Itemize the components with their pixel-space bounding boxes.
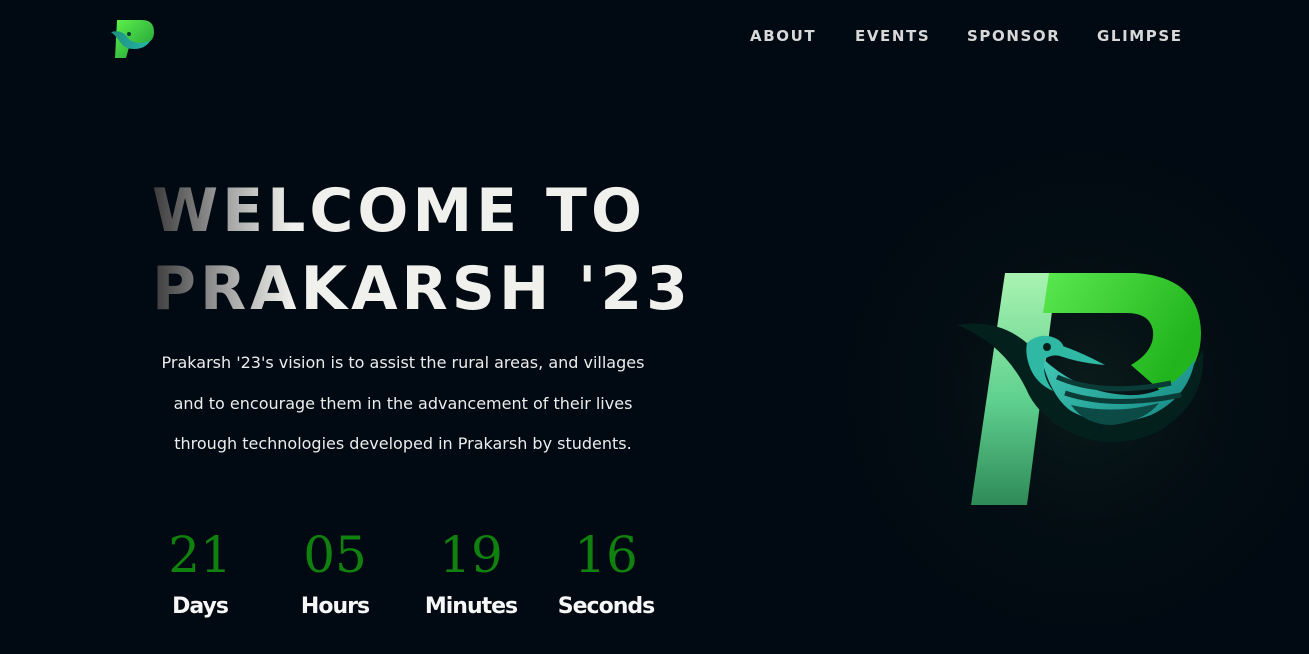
- hero-headline-line1: WELCOME TO: [152, 172, 692, 250]
- countdown-seconds-label: Seconds: [557, 594, 655, 619]
- home-logo-link[interactable]: [108, 16, 158, 62]
- countdown-seconds: 16 Seconds: [538, 520, 674, 654]
- countdown-days: 21 Days: [132, 520, 268, 654]
- countdown-minutes: 19 Minutes: [403, 520, 539, 654]
- prakarsh-phoenix-logo-icon: [957, 273, 1204, 505]
- countdown-minutes-value: 19: [439, 526, 503, 584]
- countdown-seconds-value: 16: [574, 526, 638, 584]
- hero-logo: [945, 225, 1215, 555]
- hero-description: Prakarsh '23's vision is to assist the r…: [161, 353, 645, 453]
- countdown-days-value: 21: [168, 526, 232, 584]
- event-countdown: 21 Days 05 Hours 19 Minutes 16 Seconds: [132, 520, 672, 654]
- landing-page: ABOUT EVENTS SPONSOR GLIMPSE WELCOME TO …: [0, 0, 1309, 654]
- countdown-hours-label: Hours: [300, 594, 370, 619]
- countdown-hours: 05 Hours: [267, 520, 403, 654]
- nav-glimpse-link[interactable]: GLIMPSE: [1097, 26, 1183, 46]
- countdown-minutes-label: Minutes: [424, 594, 518, 619]
- nav-events-link[interactable]: EVENTS: [855, 26, 930, 46]
- prakarsh-logo-icon: [111, 20, 154, 58]
- nav-about-link[interactable]: ABOUT: [750, 26, 816, 46]
- main-nav: ABOUT EVENTS SPONSOR GLIMPSE: [740, 26, 1200, 48]
- hero-headline-line2: PRAKARSH '23: [152, 250, 692, 328]
- countdown-days-label: Days: [172, 594, 229, 619]
- countdown-hours-value: 05: [303, 526, 367, 584]
- nav-sponsor-link[interactable]: SPONSOR: [967, 26, 1060, 46]
- hero-headline: WELCOME TO PRAKARSH '23: [152, 172, 692, 328]
